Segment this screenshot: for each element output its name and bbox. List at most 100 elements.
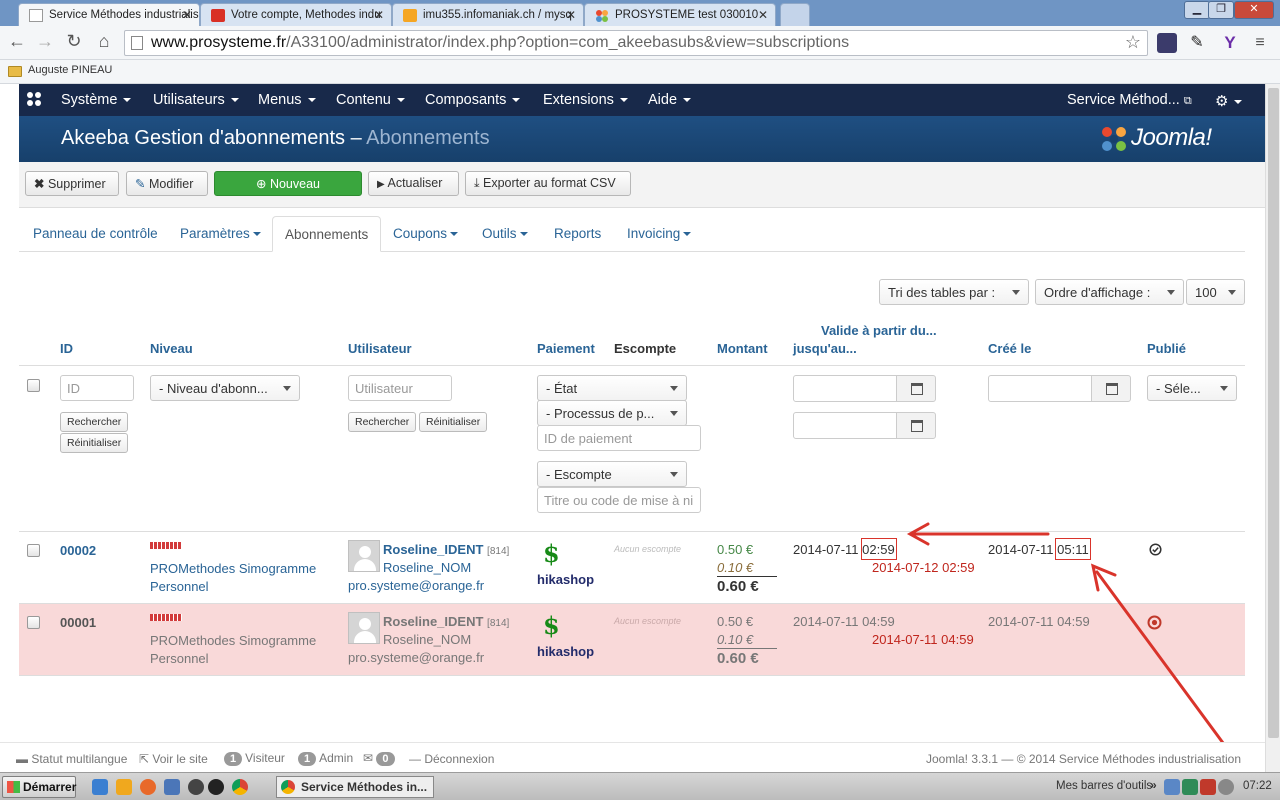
close-tab-icon[interactable]: ✕ xyxy=(182,8,192,22)
view-site-footer-link[interactable]: ⇱ Voir le site xyxy=(139,752,208,766)
tab-reports[interactable]: Reports xyxy=(554,216,601,252)
unpublished-icon[interactable] xyxy=(1147,615,1162,633)
yahoo-extension-icon[interactable]: Y xyxy=(1220,33,1240,53)
row-checkbox[interactable] xyxy=(27,616,40,629)
media-player-icon[interactable] xyxy=(208,779,224,795)
discount-filter-select[interactable]: - Escompte xyxy=(537,461,687,487)
visitors-count[interactable]: 1 Visiteur xyxy=(224,751,285,766)
subscription-id[interactable]: 00002 xyxy=(60,543,96,558)
column-created[interactable]: Créé le xyxy=(988,341,1031,356)
browser-tab-3[interactable]: imu355.infomaniak.ch / mysq ✕ xyxy=(392,3,584,26)
tab-tools[interactable]: Outils xyxy=(482,216,528,252)
user-reset-button[interactable]: Réinitialiser xyxy=(419,412,488,432)
toolbars-label[interactable]: Mes barres d'outils xyxy=(1056,780,1152,792)
back-icon[interactable]: ← xyxy=(5,31,29,52)
column-payment[interactable]: Paiement xyxy=(537,341,595,356)
calendar-button[interactable] xyxy=(896,412,936,439)
column-amount[interactable]: Montant xyxy=(717,341,768,356)
column-valid-from[interactable]: Valide à partir du... xyxy=(821,323,937,338)
created-date-input[interactable] xyxy=(988,375,1093,402)
menu-content[interactable]: Contenu xyxy=(336,92,405,108)
new-button[interactable]: ⊕ Nouveau xyxy=(214,171,362,196)
column-published[interactable]: Publié xyxy=(1147,341,1186,356)
id-reset-button[interactable]: Réinitialiser xyxy=(60,433,129,453)
column-user[interactable]: Utilisateur xyxy=(348,341,412,356)
level-name[interactable]: PROMethodes Simogramme Personnel xyxy=(150,632,330,668)
menu-system[interactable]: Système xyxy=(61,92,132,108)
close-tab-icon[interactable]: ✕ xyxy=(758,8,768,22)
start-button[interactable]: Démarrer xyxy=(2,776,76,798)
menu-components[interactable]: Composants xyxy=(425,92,521,108)
page-scrollbar[interactable] xyxy=(1265,84,1280,772)
office-icon[interactable] xyxy=(116,779,132,795)
logout-link[interactable]: — Déconnexion xyxy=(409,752,494,766)
user-search-button[interactable]: Rechercher xyxy=(348,412,417,432)
firefox-icon[interactable] xyxy=(140,779,156,795)
scrollbar-thumb[interactable] xyxy=(1268,88,1279,738)
reload-icon[interactable]: ↻ xyxy=(62,31,86,52)
browser-tab-1[interactable]: Service Méthodes industrialis ✕ xyxy=(18,3,200,26)
id-filter-input[interactable]: ID xyxy=(60,375,134,401)
edit-button[interactable]: ✎ Modifier xyxy=(126,171,208,196)
menu-help[interactable]: Aide xyxy=(648,92,692,108)
limit-select[interactable]: 100 xyxy=(1186,279,1245,305)
app-icon[interactable] xyxy=(188,779,204,795)
column-id[interactable]: ID xyxy=(60,341,73,356)
published-icon[interactable] xyxy=(1149,543,1162,559)
tab-control-panel[interactable]: Panneau de contrôle xyxy=(33,216,158,252)
username-link[interactable]: Roseline_IDENT xyxy=(383,542,483,557)
valid-from-date-input[interactable] xyxy=(793,375,898,402)
payment-id-input[interactable]: ID de paiement xyxy=(537,425,701,451)
browser-tab-2[interactable]: Votre compte, Methodes indu ✕ xyxy=(200,3,392,26)
menu-users[interactable]: Utilisateurs xyxy=(153,92,239,108)
bookmark-star-icon[interactable]: ☆ xyxy=(1125,32,1141,53)
level-name[interactable]: PROMethodes Simogramme Personnel xyxy=(150,560,330,596)
bookmark-item[interactable]: Auguste PINEAU xyxy=(28,64,112,76)
antivirus-icon[interactable] xyxy=(1182,779,1198,795)
state-filter-select[interactable]: - État xyxy=(537,375,687,401)
evernote-extension-icon[interactable]: ✎ xyxy=(1187,33,1207,53)
minimize-button[interactable]: ▁ xyxy=(1184,1,1210,19)
speed-dial-extension-icon[interactable] xyxy=(1157,33,1177,53)
username-link[interactable]: Roseline_IDENT xyxy=(383,614,483,629)
tray-app-icon[interactable] xyxy=(1200,779,1216,795)
view-site-link[interactable]: Service Méthod... ⧉ xyxy=(1067,92,1192,108)
forward-icon[interactable]: → xyxy=(33,31,57,52)
tab-coupons[interactable]: Coupons xyxy=(393,216,459,252)
calendar-button[interactable] xyxy=(896,375,936,402)
refresh-button[interactable]: ▶ Actualiser xyxy=(368,171,459,196)
order-select[interactable]: Ordre d'affichage : xyxy=(1035,279,1184,305)
app-icon[interactable] xyxy=(164,779,180,795)
ie-icon[interactable] xyxy=(92,779,108,795)
close-tab-icon[interactable]: ✕ xyxy=(374,8,384,22)
tab-parameters[interactable]: Paramètres xyxy=(180,216,261,252)
calendar-button[interactable] xyxy=(1091,375,1131,402)
column-level[interactable]: Niveau xyxy=(150,341,193,356)
user-filter-input[interactable]: Utilisateur xyxy=(348,375,452,401)
network-icon[interactable] xyxy=(1164,779,1180,795)
taskbar-app-button[interactable]: Service Méthodes in... xyxy=(276,776,434,798)
processor-filter-select[interactable]: - Processus de p... xyxy=(537,400,687,426)
volume-icon[interactable] xyxy=(1218,779,1234,795)
menu-menus[interactable]: Menus xyxy=(258,92,316,108)
new-tab-button[interactable] xyxy=(780,3,810,26)
menu-icon[interactable]: ≡ xyxy=(1250,33,1270,53)
maximize-button[interactable]: ❐ xyxy=(1208,1,1234,19)
joomla-menu-icon[interactable] xyxy=(25,90,43,112)
multilang-status[interactable]: ▬ Statut multilangue xyxy=(16,752,127,766)
admins-count[interactable]: 1 Admin xyxy=(298,751,353,766)
home-icon[interactable]: ⌂ xyxy=(92,31,116,52)
browser-tab-4[interactable]: PROSYSTEME test 030010 ✕ xyxy=(584,3,776,26)
subscription-id[interactable]: 00001 xyxy=(60,615,96,630)
chevron-right-icon[interactable]: » xyxy=(1150,778,1157,792)
coupon-filter-input[interactable]: Titre ou code de mise à ni xyxy=(537,487,701,513)
delete-button[interactable]: ✖ Supprimer xyxy=(25,171,119,196)
valid-to-date-input[interactable] xyxy=(793,412,898,439)
tab-subscriptions[interactable]: Abonnements xyxy=(272,216,382,252)
menu-extensions[interactable]: Extensions xyxy=(543,92,628,108)
published-filter-select[interactable]: - Séle... xyxy=(1147,375,1237,401)
level-filter-select[interactable]: - Niveau d'abonn... xyxy=(150,375,300,401)
chrome-icon[interactable] xyxy=(232,779,248,795)
export-csv-button[interactable]: ⤓ Exporter au format CSV xyxy=(465,171,631,196)
column-valid-to[interactable]: jusqu'au... xyxy=(793,341,857,356)
